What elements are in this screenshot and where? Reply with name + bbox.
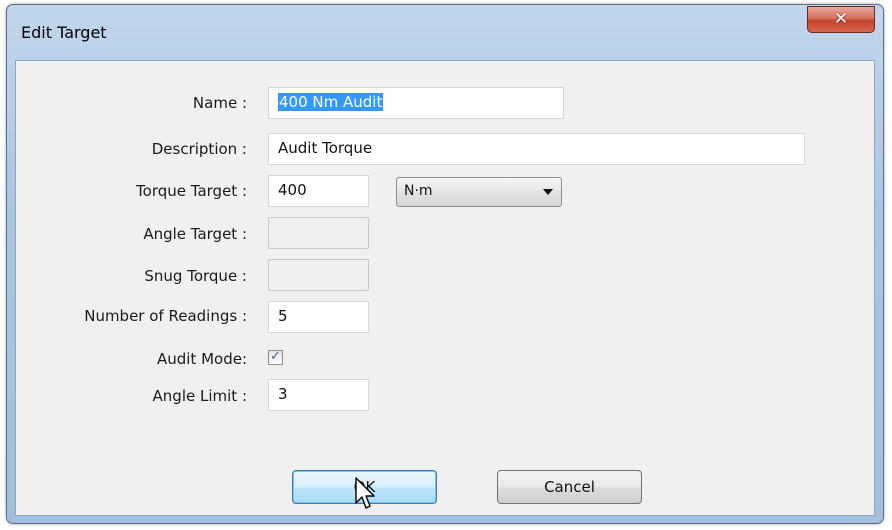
snug-torque-label: Snug Torque :: [144, 267, 247, 285]
edit-target-dialog: Edit Target ✕ Name : 400 Nm Audit Descri…: [6, 4, 884, 524]
cancel-button[interactable]: Cancel: [497, 470, 642, 504]
torque-unit-select[interactable]: N·m: [396, 177, 562, 207]
dialog-body: Name : 400 Nm Audit Description : Audit …: [15, 60, 875, 516]
angle-limit-field[interactable]: 3: [268, 379, 369, 411]
torque-target-label: Torque Target :: [136, 182, 247, 200]
chevron-down-icon: [543, 189, 553, 195]
angle-target-field: [268, 217, 369, 249]
audit-mode-label: Audit Mode:: [156, 350, 247, 368]
number-of-readings-label: Number of Readings :: [84, 307, 247, 325]
name-field[interactable]: 400 Nm Audit: [268, 87, 564, 119]
ok-button[interactable]: OK: [292, 470, 437, 504]
snug-torque-field: [268, 259, 369, 291]
cancel-button-label: Cancel: [544, 478, 595, 496]
title-bar[interactable]: Edit Target ✕: [7, 5, 883, 57]
number-of-readings-field[interactable]: 5: [268, 301, 369, 333]
name-field-value: 400 Nm Audit: [278, 93, 384, 111]
close-icon: ✕: [833, 9, 849, 29]
description-label: Description :: [151, 140, 247, 158]
check-icon: ✓: [270, 349, 281, 364]
torque-unit-value: N·m: [404, 183, 433, 199]
audit-mode-checkbox[interactable]: ✓: [268, 349, 283, 365]
close-button[interactable]: ✕: [807, 6, 875, 33]
window-title: Edit Target: [21, 23, 107, 42]
name-label: Name :: [192, 94, 247, 112]
angle-target-label: Angle Target :: [143, 225, 247, 243]
description-field[interactable]: Audit Torque: [268, 133, 805, 165]
torque-target-field[interactable]: 400: [268, 175, 369, 207]
ok-button-label: OK: [353, 478, 376, 496]
angle-limit-label: Angle Limit :: [152, 387, 247, 405]
